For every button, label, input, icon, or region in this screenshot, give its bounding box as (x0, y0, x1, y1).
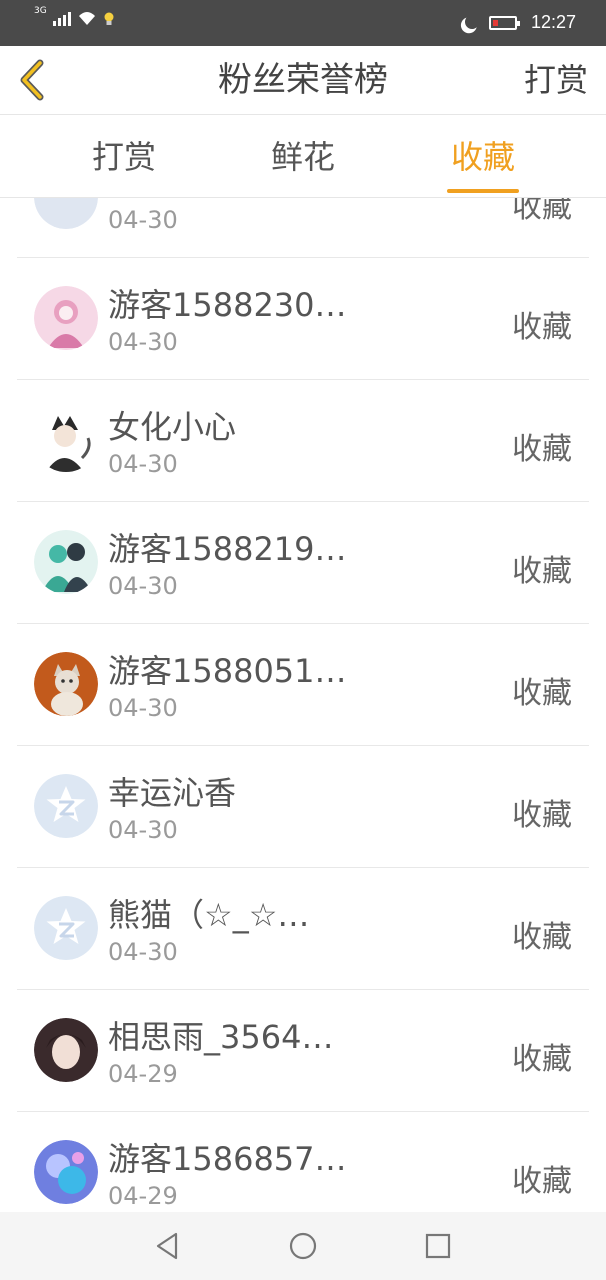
item-name: 游客1588230… (108, 286, 347, 324)
list-item[interactable]: 游客1588230… 04-30 收藏 (17, 258, 589, 380)
item-action: 收藏 (512, 432, 572, 467)
default-avatar-icon (34, 774, 98, 838)
item-name: 游客1588219… (108, 530, 347, 568)
photo-avatar-icon (34, 1018, 98, 1082)
header-reward-button[interactable]: 打赏 (524, 46, 588, 114)
system-nav-bar (0, 1212, 606, 1280)
item-date: 04-30 (108, 694, 178, 722)
list-item[interactable]: 游客1586857… 04-29 收藏 (17, 1112, 589, 1212)
item-action: 收藏 (512, 676, 572, 711)
list-item[interactable]: 游客1588051… 04-30 收藏 (17, 624, 589, 746)
item-date: 04-30 (108, 206, 178, 234)
item-date: 04-30 (108, 328, 178, 356)
moon-icon (463, 13, 481, 31)
status-right: 12:27 (461, 12, 576, 33)
item-name: 游客1588051… (108, 652, 347, 690)
tab-flowers[interactable]: 鲜花 (233, 115, 373, 197)
tab-label: 收藏 (450, 138, 515, 176)
app-header: 粉丝荣誉榜 打赏 (0, 46, 606, 115)
page-title: 粉丝荣誉榜 (218, 60, 388, 100)
bulb-icon (104, 12, 114, 25)
item-action: 收藏 (512, 798, 572, 833)
list-item[interactable]: 熊猫（☆_☆… 04-30 收藏 (17, 868, 589, 990)
item-name: 女化小心 (108, 408, 237, 446)
item-name: 熊猫（☆_☆… (108, 896, 310, 934)
back-triangle-icon[interactable] (152, 1230, 184, 1262)
list-item[interactable]: 幸运沁香 04-30 收藏 (17, 746, 589, 868)
anime-avatar-icon (34, 1140, 98, 1204)
item-action: 收藏 (512, 310, 572, 345)
list-item[interactable]: 相思雨_3564… 04-29 收藏 (17, 990, 589, 1112)
tab-label: 鲜花 (270, 138, 335, 176)
tab-label: 打赏 (91, 138, 156, 176)
network-type: 3G (34, 6, 47, 16)
cat-photo-avatar-icon (34, 652, 98, 716)
item-date: 04-29 (108, 1182, 178, 1210)
item-action: 收藏 (512, 1164, 572, 1199)
item-date: 04-30 (108, 572, 178, 600)
list-item[interactable]: 游客1588219… 04-30 收藏 (17, 502, 589, 624)
list-item[interactable]: 04-30 收藏 (17, 198, 589, 258)
item-date: 04-30 (108, 450, 178, 478)
tab-reward[interactable]: 打赏 (54, 115, 194, 197)
recents-square-icon[interactable] (422, 1230, 454, 1262)
item-date: 04-30 (108, 938, 178, 966)
signal-icon (52, 10, 71, 26)
item-date: 04-29 (108, 1060, 178, 1088)
default-avatar-icon (34, 896, 98, 960)
active-tab-indicator (447, 189, 519, 193)
anime-avatar-icon (34, 286, 98, 350)
anime-avatar-icon (34, 530, 98, 594)
clock: 12:27 (530, 12, 576, 32)
home-circle-icon[interactable] (287, 1230, 319, 1262)
item-name: 游客1586857… (108, 1140, 347, 1178)
item-date: 04-30 (108, 816, 178, 844)
anime-avatar-icon (34, 408, 98, 472)
tab-favorites[interactable]: 收藏 (413, 115, 553, 197)
wifi-icon (78, 12, 95, 25)
battery-icon (488, 15, 520, 30)
status-bar: 3G 12:27 (0, 0, 606, 46)
list-item[interactable]: 女化小心 04-30 收藏 (17, 380, 589, 502)
item-name: 相思雨_3564… (108, 1018, 334, 1056)
item-action: 收藏 (512, 1042, 572, 1077)
item-action: 收藏 (512, 920, 572, 955)
tab-bar: 打赏 鲜花 收藏 (0, 115, 606, 198)
fan-list[interactable]: 04-30 收藏 游客1588230… 04-30 收藏 女化小心 04-30 … (17, 198, 589, 1212)
default-avatar-icon (34, 198, 98, 229)
item-action: 收藏 (512, 198, 572, 225)
item-name: 幸运沁香 (108, 774, 237, 812)
status-left: 3G (34, 6, 115, 26)
item-action: 收藏 (512, 554, 572, 589)
